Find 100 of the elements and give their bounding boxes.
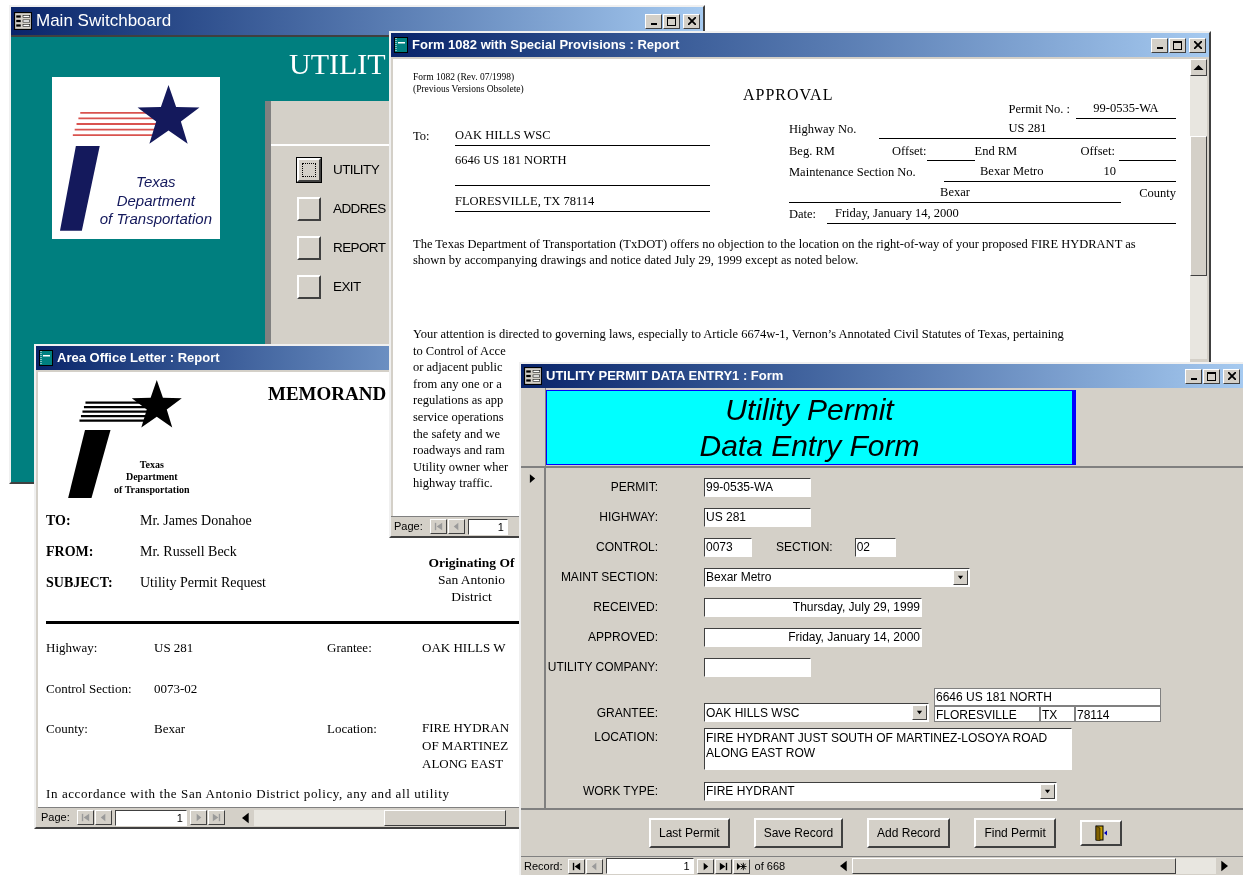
combo-box[interactable]: Bexar Metro xyxy=(704,567,970,587)
exit-button[interactable] xyxy=(1079,820,1122,846)
originating-office: San Antonio xyxy=(437,571,506,588)
next-record-button[interactable] xyxy=(189,810,207,825)
dropdown-button[interactable] xyxy=(953,569,968,585)
county-name: Bexar xyxy=(940,184,970,202)
detail-value: 0073-02 xyxy=(154,679,199,698)
field-label: SECTION: xyxy=(776,539,833,556)
paragraph-line: service operations xyxy=(413,408,504,426)
scroll-thumb[interactable] xyxy=(1190,136,1207,276)
logo-text: Texas xyxy=(136,172,176,192)
paragraph-line: Your attention is directed to governing laws, especially to Article 6674w-1, Vernon’s Annotated Civil Statutes of Texas, pertaining xyxy=(413,326,1064,343)
switchboard-item-label: REPORT xyxy=(333,238,386,257)
dropdown-button[interactable] xyxy=(1040,783,1055,799)
minimize-button[interactable] xyxy=(1151,37,1168,53)
report-heading: APPROVAL xyxy=(743,85,834,105)
slanted-bar-icon xyxy=(60,146,100,231)
switchboard-item-button[interactable] xyxy=(297,275,321,299)
first-record-button[interactable] xyxy=(76,810,94,825)
scroll-thumb[interactable] xyxy=(852,858,1176,874)
record-number-field[interactable]: 1 xyxy=(605,858,694,874)
detail-label: Control Section: xyxy=(46,679,133,698)
field-label: MAINT SECTION: xyxy=(559,569,658,586)
form-button[interactable]: Last Permit xyxy=(649,818,730,848)
dropdown-button[interactable] xyxy=(912,705,927,720)
input-field[interactable]: Friday, January 14, 2000 xyxy=(704,627,922,647)
form-button[interactable]: Find Permit xyxy=(974,818,1056,848)
close-button[interactable] xyxy=(1189,37,1206,53)
form-button[interactable]: Add Record xyxy=(867,818,951,848)
form-icon xyxy=(14,12,32,30)
input-field[interactable]: 0073 xyxy=(704,537,752,557)
field-label: LOCATION: xyxy=(593,729,658,746)
focus-indicator xyxy=(302,163,316,177)
input-field[interactable]: FLORESVILLE xyxy=(934,706,1040,722)
maximize-button[interactable] xyxy=(663,13,680,29)
minimize-button[interactable] xyxy=(645,13,662,29)
maximize-button[interactable] xyxy=(1169,37,1186,53)
logo-text: Texas xyxy=(139,458,164,471)
input-field[interactable]: Thursday, July 29, 1999 xyxy=(704,597,922,617)
addressee-name: OAK HILLS WSC xyxy=(455,127,551,145)
detail-label: County: xyxy=(46,720,89,738)
close-button[interactable] xyxy=(1223,368,1240,384)
input-field[interactable]: TX xyxy=(1040,706,1075,722)
first-arrow-icon xyxy=(79,812,91,823)
combo-box[interactable]: FIRE HYDRANT xyxy=(704,781,1057,801)
form-note: (Previous Versions Obsolete) xyxy=(413,83,525,95)
window-title: Area Office Letter : Report xyxy=(57,349,220,368)
close-icon xyxy=(1227,372,1236,380)
highway-label: Highway No. xyxy=(789,121,858,139)
maximize-button[interactable] xyxy=(1203,368,1220,384)
report-icon xyxy=(394,37,408,53)
switchboard-heading: UTILIT xyxy=(289,47,386,80)
window-title: UTILITY PERMIT DATA ENTRY1 : Form xyxy=(546,367,784,386)
policy-paragraph: In accordance with the San Antonio District policy, any and all utility xyxy=(46,784,451,803)
text-area[interactable]: FIRE HYDRANT JUST SOUTH OF MARTINEZ-LOSOYA ROAD ALONG EAST ROW xyxy=(704,728,1072,770)
close-button[interactable] xyxy=(683,13,700,29)
form-button[interactable]: Save Record xyxy=(753,818,844,848)
new-record-button[interactable] xyxy=(732,858,750,874)
input-field[interactable]: US 281 xyxy=(704,507,811,527)
input-field[interactable] xyxy=(704,657,811,677)
maintenance-section-label: Maintenance Section No. xyxy=(789,164,917,182)
first-record-button[interactable] xyxy=(429,519,447,534)
switchboard-item-button[interactable] xyxy=(297,197,321,221)
combo-box[interactable]: OAK HILLS WSC xyxy=(704,703,929,722)
switchboard-item-button[interactable] xyxy=(297,236,321,260)
page-number-field[interactable]: 1 xyxy=(467,518,508,535)
switchboard-item-button[interactable] xyxy=(297,158,321,182)
next-record-button[interactable] xyxy=(696,858,714,874)
highway-number: US 281 xyxy=(1008,120,1047,138)
minimize-button[interactable] xyxy=(1185,368,1202,384)
last-arrow-icon xyxy=(210,812,222,823)
horizontal-scrollbar[interactable] xyxy=(237,809,506,826)
previous-record-button[interactable] xyxy=(585,858,603,874)
offset-label: Offset: xyxy=(1080,143,1115,161)
previous-record-button[interactable] xyxy=(94,810,112,825)
paragraph-line: Utility owner wher xyxy=(413,458,509,476)
page-number-field[interactable]: 1 xyxy=(114,809,187,826)
switchboard-item-label: UTILITY xyxy=(333,160,380,179)
input-field[interactable]: 6646 US 181 NORTH xyxy=(934,688,1161,706)
last-record-button[interactable] xyxy=(714,858,732,874)
logo-text: Department xyxy=(116,191,196,211)
first-record-button[interactable] xyxy=(567,858,585,874)
previous-record-button[interactable] xyxy=(447,519,465,534)
paragraph-line: from any one or a xyxy=(413,375,502,393)
scroll-thumb[interactable] xyxy=(383,809,506,826)
memo-field-label: FROM: xyxy=(46,543,95,561)
last-record-button[interactable] xyxy=(207,810,225,825)
input-field[interactable]: 99-0535-WA xyxy=(704,477,811,497)
input-field[interactable]: 78114 xyxy=(1075,706,1161,722)
vertical-scrollbar[interactable] xyxy=(1190,59,1207,359)
window-title: Main Switchboard xyxy=(36,10,172,33)
field-label: UTILITY COMPANY: xyxy=(546,659,658,676)
maximize-icon xyxy=(667,16,676,26)
page-label: Page: xyxy=(41,810,70,826)
record-count: of 668 xyxy=(754,858,786,874)
end-rm-label: End RM xyxy=(974,143,1019,161)
memo-field-label: SUBJECT: xyxy=(46,574,114,592)
input-field[interactable]: 02 xyxy=(854,537,896,557)
form-note: Form 1082 (Rev. 07/1998) xyxy=(413,71,516,83)
maintenance-section-number: 10 xyxy=(1103,163,1117,181)
